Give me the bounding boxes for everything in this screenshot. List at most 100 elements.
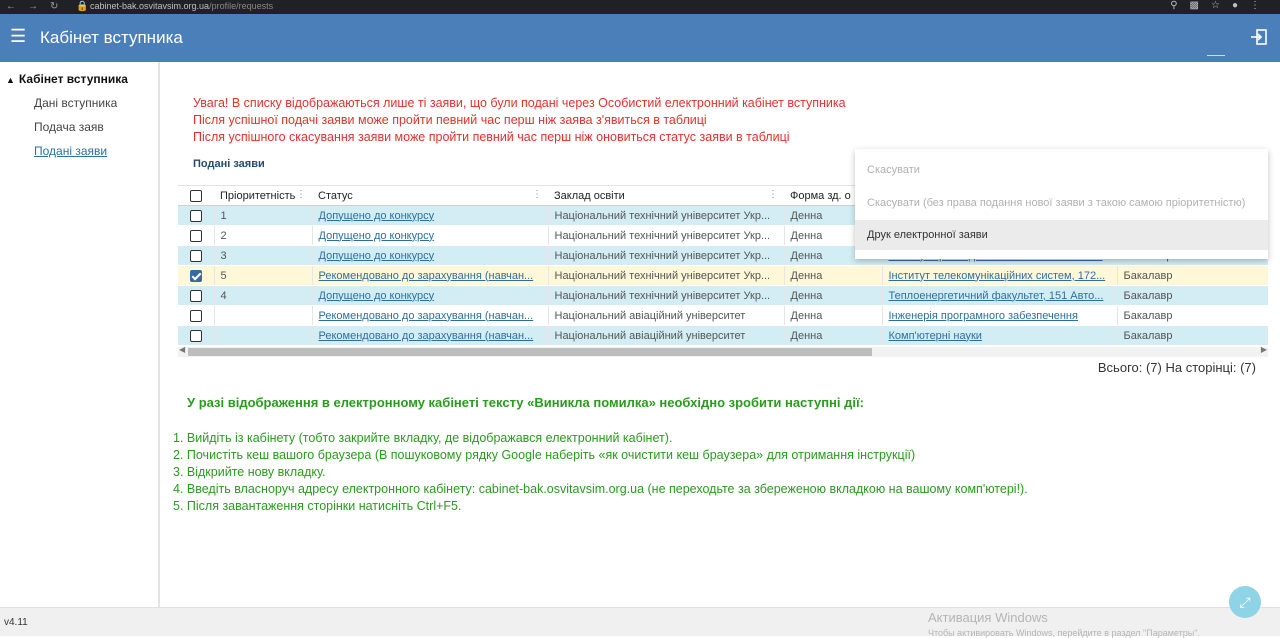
- caret-up-icon: ▲: [6, 75, 15, 85]
- column-menu-icon[interactable]: ⋮: [296, 189, 306, 200]
- row-checkbox[interactable]: [178, 205, 215, 226]
- menu-icon[interactable]: ☰: [10, 26, 26, 46]
- column-label: Статус: [318, 189, 353, 202]
- sidebar: ▲ Кабінет вступника Дані вступника Подача…: [0, 62, 160, 607]
- url-host: cabinet-bak.osvitavsim.org.ua: [90, 1, 210, 11]
- pagination-summary: Всього: (7) На сторінці: (7): [1097, 360, 1256, 375]
- reload-icon[interactable]: ↻: [50, 1, 58, 12]
- browser-toolbar: ← → ↻ 🔒 cabinet-bak.osvitavsim.org.ua/pr…: [0, 0, 1280, 14]
- cell-study-form: Денна: [784, 325, 883, 346]
- cell-status[interactable]: Допущено до конкурсу: [312, 285, 549, 306]
- row-checkbox[interactable]: [178, 285, 215, 306]
- column-header-status[interactable]: Статус ⋮: [312, 185, 548, 206]
- row-checkbox[interactable]: [178, 245, 215, 266]
- scroll-thumb[interactable]: [188, 348, 872, 356]
- translate-icon[interactable]: ▩: [1190, 0, 1211, 11]
- cell-status-link[interactable]: Рекомендовано до зарахування (навчан...: [319, 270, 534, 282]
- scroll-left-icon[interactable]: ◀: [179, 345, 185, 354]
- checkbox[interactable]: [189, 309, 202, 322]
- column-header-priority[interactable]: Пріоритетність ⋮: [214, 185, 312, 206]
- cell-faculty-link[interactable]: Інститут телекомунікаційних систем, 172.…: [889, 270, 1106, 282]
- row-checkbox[interactable]: [178, 225, 215, 246]
- sidebar-item-submit-applications[interactable]: Подача заяв: [34, 120, 104, 134]
- url-path: /profile/requests: [209, 1, 274, 11]
- sidebar-item-applicant-data[interactable]: Дані вступника: [34, 96, 117, 110]
- checkbox[interactable]: [189, 329, 202, 342]
- cell-status[interactable]: Допущено до конкурсу: [312, 205, 549, 226]
- cell-faculty-link[interactable]: Теплоенергетичний факультет, 151 Авто...: [889, 290, 1104, 302]
- cell-institution: Національний технічний університет Укр..…: [548, 245, 785, 266]
- row-checkbox[interactable]: [178, 305, 215, 326]
- cell-study-form: Денна: [784, 305, 883, 326]
- watermark-text: Чтобы активировать Windows, перейдите в …: [928, 628, 1200, 638]
- menu-item-print-application[interactable]: Друк електронної заяви: [855, 220, 1268, 250]
- app-header: ☰ Кабінет вступника: [0, 14, 1280, 62]
- cell-status-link[interactable]: Допущено до конкурсу: [319, 290, 435, 302]
- column-header-institution[interactable]: Заклад освіти ⋮: [548, 185, 784, 206]
- cell-priority: [214, 325, 313, 346]
- cell-faculty-link[interactable]: Інженерія програмного забезпечення: [889, 310, 1078, 322]
- cell-status-link[interactable]: Допущено до конкурсу: [319, 230, 435, 242]
- scroll-right-icon[interactable]: ▶: [1261, 345, 1267, 354]
- back-icon[interactable]: ←: [6, 1, 16, 12]
- checkbox[interactable]: [189, 209, 202, 222]
- table-row[interactable]: 5 Рекомендовано до зарахування (навчан...…: [178, 265, 1268, 286]
- instructions-heading: У разі відображення в електронному кабін…: [187, 395, 864, 410]
- row-checkbox[interactable]: [178, 265, 215, 286]
- table-row[interactable]: Рекомендовано до зарахування (навчан... Н…: [178, 325, 1268, 346]
- cell-study-form: Денна: [784, 265, 883, 286]
- checkbox[interactable]: [189, 289, 202, 302]
- cell-institution: Національний авіаційний університет: [548, 305, 785, 326]
- more-icon[interactable]: ⋮: [1250, 0, 1272, 11]
- cell-faculty[interactable]: Інститут телекомунікаційних систем, 172.…: [882, 265, 1118, 286]
- cell-status[interactable]: Допущено до конкурсу: [312, 245, 549, 266]
- fullscreen-exit-icon[interactable]: ⤢: [1229, 586, 1261, 618]
- star-icon[interactable]: ☆: [1211, 0, 1232, 11]
- cell-status-link[interactable]: Рекомендовано до зарахування (навчан...: [319, 330, 534, 342]
- row-checkbox[interactable]: [178, 325, 215, 346]
- checkbox[interactable]: [189, 269, 202, 282]
- column-menu-icon[interactable]: ⋮: [532, 189, 542, 200]
- instructions-list: 1. Вийдіть із кабінету (тобто закрийте в…: [173, 430, 1028, 515]
- menu-item-cancel-without-resubmit: Скасувати (без права подання нової заяви…: [867, 197, 1246, 209]
- forward-icon[interactable]: →: [28, 1, 38, 12]
- cell-status[interactable]: Рекомендовано до зарахування (навчан...: [312, 265, 549, 286]
- instruction-step: 3. Відкрийте нову вкладку.: [173, 465, 326, 479]
- select-all-checkbox[interactable]: [178, 185, 214, 206]
- table-row[interactable]: 4 Допущено до конкурсу Національний техніч…: [178, 285, 1268, 306]
- cell-status[interactable]: Рекомендовано до зарахування (навчан...: [312, 305, 549, 326]
- instruction-step: 4. Введіть власноруч адресу електронного…: [173, 482, 1028, 496]
- column-label: Заклад освіти: [554, 189, 625, 202]
- address-bar[interactable]: cabinet-bak.osvitavsim.org.ua/profile/re…: [90, 1, 273, 11]
- browser-actions: ⚲▩☆●⋮: [1170, 0, 1272, 11]
- cell-status[interactable]: Допущено до конкурсу: [312, 225, 549, 246]
- cell-institution: Національний технічний університет Укр..…: [548, 265, 785, 286]
- account-icon[interactable]: ●: [1232, 0, 1250, 11]
- column-label: Пріоритетність: [220, 189, 296, 202]
- windows-activation-watermark: Активация Windows Чтобы активировать Win…: [928, 610, 1200, 638]
- horizontal-scrollbar[interactable]: ◀ ▶: [178, 345, 1268, 357]
- logout-icon[interactable]: [1250, 28, 1268, 46]
- cell-faculty[interactable]: Теплоенергетичний факультет, 151 Авто...: [882, 285, 1118, 306]
- key-icon[interactable]: ⚲: [1170, 0, 1189, 11]
- column-menu-icon[interactable]: ⋮: [768, 189, 778, 200]
- cell-faculty[interactable]: Комп'ютерні науки: [882, 325, 1118, 346]
- sidebar-item-submitted-applications[interactable]: Подані заяви: [34, 144, 107, 158]
- cell-status[interactable]: Рекомендовано до зарахування (навчан...: [312, 325, 549, 346]
- cell-level: Бакалавр: [1117, 305, 1268, 326]
- cell-status-link[interactable]: Рекомендовано до зарахування (навчан...: [319, 310, 534, 322]
- cell-priority: 5: [214, 265, 313, 286]
- checkbox[interactable]: [189, 229, 202, 242]
- sidebar-group[interactable]: ▲ Кабінет вступника: [6, 72, 128, 86]
- table-row[interactable]: Рекомендовано до зарахування (навчан... Н…: [178, 305, 1268, 326]
- cell-status-link[interactable]: Допущено до конкурсу: [319, 210, 435, 222]
- cell-level: Бакалавр: [1117, 265, 1268, 286]
- cell-faculty[interactable]: Інженерія програмного забезпечення: [882, 305, 1118, 326]
- warning-line: Після успішного скасування заяви може пр…: [193, 130, 790, 144]
- checkbox[interactable]: [190, 189, 202, 202]
- warning-line: Після успішної подачі заяви може пройти …: [193, 113, 707, 127]
- cell-faculty-link[interactable]: Комп'ютерні науки: [889, 330, 982, 342]
- cell-status-link[interactable]: Допущено до конкурсу: [319, 250, 435, 262]
- checkbox[interactable]: [189, 249, 202, 262]
- cell-institution: Національний технічний університет Укр..…: [548, 205, 785, 226]
